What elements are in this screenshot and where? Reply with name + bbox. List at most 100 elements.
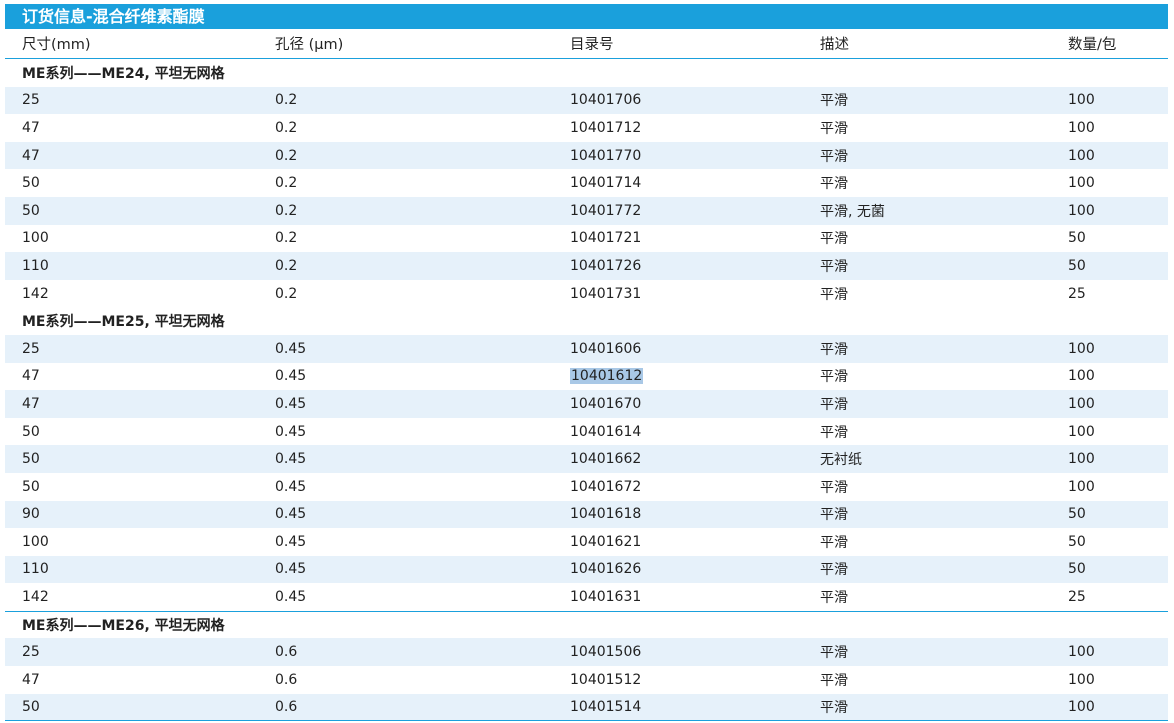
cell-description: 平滑 — [820, 590, 848, 607]
cell-description: 平滑 — [820, 148, 848, 165]
group-title: ME系列——ME25, 平坦无网格 — [22, 314, 225, 331]
cell-pore: 0.45 — [275, 506, 307, 523]
table-row: 47 0.6 10401512 平滑 100 — [5, 666, 1168, 694]
cell-quantity: 100 — [1068, 119, 1095, 136]
cell-quantity: 100 — [1068, 423, 1095, 440]
cell-description: 平滑 — [820, 341, 848, 358]
cell-quantity: 50 — [1068, 230, 1086, 247]
cell-size: 47 — [22, 368, 40, 385]
cell-pore: 0.45 — [275, 478, 307, 495]
cell-quantity: 100 — [1068, 644, 1095, 661]
cell-quantity: 100 — [1068, 368, 1095, 385]
cell-size: 110 — [22, 561, 49, 578]
cell-quantity: 100 — [1068, 147, 1095, 164]
cell-size: 25 — [22, 340, 40, 357]
cell-catalog: 10401712 — [570, 119, 642, 136]
cell-pore: 0.6 — [275, 644, 298, 661]
cell-quantity: 100 — [1068, 395, 1095, 412]
cell-size: 25 — [22, 92, 40, 109]
cell-size: 25 — [22, 644, 40, 661]
cell-catalog: 10401514 — [570, 698, 642, 715]
cell-pore: 0.2 — [275, 202, 298, 219]
cell-size: 47 — [22, 395, 40, 412]
cell-size: 100 — [22, 533, 49, 550]
cell-pore: 0.2 — [275, 175, 298, 192]
cell-size: 142 — [22, 589, 49, 606]
cell-catalog: 10401726 — [570, 257, 642, 274]
cell-pore: 0.2 — [275, 147, 298, 164]
group-header: ME系列——ME26, 平坦无网格 — [5, 610, 1168, 639]
cell-quantity: 100 — [1068, 92, 1095, 109]
table-row: 47 0.45 10401670 平滑 100 — [5, 390, 1168, 418]
table-row: 142 0.2 10401731 平滑 25 — [5, 280, 1168, 308]
cell-catalog: 10401672 — [570, 478, 642, 495]
cell-catalog: 10401670 — [570, 395, 642, 412]
cell-quantity: 100 — [1068, 671, 1095, 688]
cell-size: 110 — [22, 257, 49, 274]
cell-description: 平滑 — [820, 286, 848, 303]
cell-size: 47 — [22, 147, 40, 164]
group-header: ME系列——ME25, 平坦无网格 — [5, 307, 1168, 335]
cell-pore: 0.2 — [275, 230, 298, 247]
cell-description: 平滑, 无菌 — [820, 203, 885, 220]
cell-size: 47 — [22, 671, 40, 688]
cell-description: 平滑 — [820, 672, 848, 689]
cell-catalog: 10401731 — [570, 285, 642, 302]
cell-catalog: 10401706 — [570, 92, 642, 109]
cell-description: 平滑 — [820, 120, 848, 137]
cell-size: 50 — [22, 175, 40, 192]
cell-pore: 0.6 — [275, 698, 298, 715]
selected-text-highlight[interactable]: 10401612 — [570, 368, 644, 385]
cell-pore: 0.45 — [275, 368, 307, 385]
table-row: 110 0.2 10401726 平滑 50 — [5, 252, 1168, 280]
cell-catalog: 10401626 — [570, 561, 642, 578]
table-row: 47 0.2 10401770 平滑 100 — [5, 141, 1168, 170]
cell-description: 平滑 — [820, 424, 848, 441]
cell-quantity: 25 — [1068, 589, 1086, 606]
cell-quantity: 50 — [1068, 257, 1086, 274]
group-title: ME系列——ME24, 平坦无网格 — [22, 65, 225, 82]
table-body: ME系列——ME24, 平坦无网格 25 0.2 10401706 平滑 100 47 0.2… — [5, 59, 1168, 722]
header-description: 描述 — [820, 37, 849, 53]
cell-pore: 0.45 — [275, 423, 307, 440]
cell-catalog: 10401714 — [570, 175, 642, 192]
table-row: 142 0.45 10401631 平滑 25 — [5, 583, 1168, 611]
cell-pore: 0.45 — [275, 561, 307, 578]
cell-pore: 0.45 — [275, 589, 307, 606]
cell-quantity: 100 — [1068, 698, 1095, 715]
header-quantity: 数量/包 — [1068, 37, 1117, 53]
cell-quantity: 100 — [1068, 478, 1095, 495]
table-row: 25 0.45 10401606 平滑 100 — [5, 334, 1168, 363]
header-catalog: 目录号 — [570, 37, 614, 53]
cell-pore: 0.2 — [275, 119, 298, 136]
table-row: 50 0.45 10401614 平滑 100 — [5, 418, 1168, 446]
group-title: ME系列——ME26, 平坦无网格 — [22, 618, 225, 635]
cell-quantity: 100 — [1068, 202, 1095, 219]
cell-size: 50 — [22, 478, 40, 495]
cell-pore: 0.45 — [275, 340, 307, 357]
table-header-row: 尺寸(mm) 孔径 (μm) 目录号 描述 数量/包 — [5, 29, 1168, 58]
cell-description: 无衬纸 — [820, 452, 862, 469]
cell-pore: 0.45 — [275, 395, 307, 412]
cell-size: 47 — [22, 119, 40, 136]
table-row: 50 0.6 10401514 平滑 100 — [5, 693, 1168, 722]
cell-quantity: 100 — [1068, 340, 1095, 357]
cell-quantity: 100 — [1068, 175, 1095, 192]
table-row: 25 0.2 10401706 平滑 100 — [5, 86, 1168, 115]
cell-catalog: 10401621 — [570, 533, 642, 550]
cell-description: 平滑 — [820, 369, 848, 386]
cell-size: 142 — [22, 285, 49, 302]
cell-catalog: 10401631 — [570, 589, 642, 606]
cell-description: 平滑 — [820, 231, 848, 248]
cell-size: 50 — [22, 202, 40, 219]
cell-catalog: 10401772 — [570, 202, 642, 219]
cell-quantity: 50 — [1068, 561, 1086, 578]
cell-quantity: 50 — [1068, 533, 1086, 550]
table-row: 110 0.45 10401626 平滑 50 — [5, 555, 1168, 584]
cell-description: 平滑 — [820, 534, 848, 551]
cell-quantity: 25 — [1068, 285, 1086, 302]
cell-quantity: 50 — [1068, 506, 1086, 523]
table-row: 50 0.45 10401672 平滑 100 — [5, 473, 1168, 501]
cell-description: 平滑 — [820, 93, 848, 110]
table-row: 50 0.2 10401772 平滑, 无菌 100 — [5, 196, 1168, 225]
